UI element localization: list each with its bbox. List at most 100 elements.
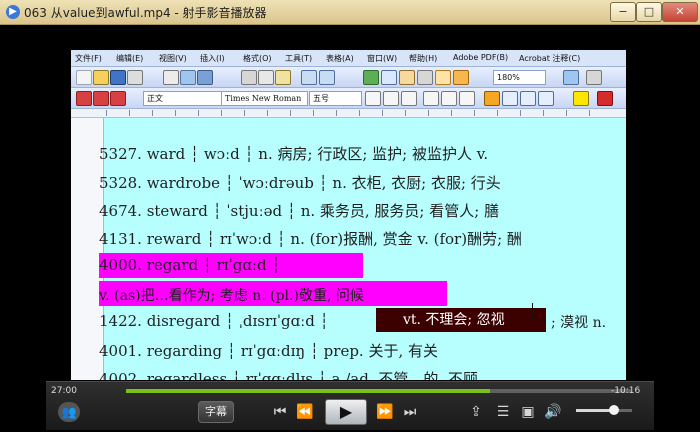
font-size-select[interactable]: 五号 bbox=[309, 91, 362, 106]
playlist-icon[interactable]: ☰ bbox=[493, 402, 513, 422]
bold-icon[interactable] bbox=[365, 91, 381, 106]
word-line-wardrobe: 5328. wardrobe ┆ ˈwɔːdrəub ┆ n. 衣柜, 衣厨; … bbox=[99, 174, 501, 192]
ruler-mark bbox=[382, 110, 383, 116]
align-left-icon[interactable] bbox=[484, 91, 500, 106]
word-line-regardless: 4002. regardless ┆ rɪˈgɑːdlɪs ┆ a./ad. 不… bbox=[99, 370, 493, 380]
remaining-time: -10:16 bbox=[611, 386, 641, 396]
undo-icon[interactable] bbox=[301, 70, 317, 85]
disregard-meaning-tail: ; 漠视 n. bbox=[551, 315, 607, 331]
maximize-button[interactable]: □ bbox=[636, 2, 662, 22]
minimize-button[interactable]: − bbox=[610, 2, 636, 22]
rewind-icon[interactable]: ⏪ bbox=[293, 402, 317, 422]
menu-insert[interactable]: 插入(I) bbox=[200, 53, 225, 64]
pdf-convert-icon[interactable] bbox=[76, 91, 92, 106]
subtitle-button[interactable]: 字幕 bbox=[198, 401, 234, 423]
menu-view[interactable]: 视图(V) bbox=[159, 53, 187, 64]
menu-edit[interactable]: 编辑(E) bbox=[116, 53, 143, 64]
menu-file[interactable]: 文件(F) bbox=[75, 53, 102, 64]
menu-window[interactable]: 窗口(W) bbox=[367, 53, 397, 64]
justify-icon[interactable] bbox=[538, 91, 554, 106]
ruler-mark bbox=[451, 110, 452, 116]
people-icon[interactable]: 👥 bbox=[58, 402, 80, 422]
zoom-select[interactable]: 180% bbox=[493, 70, 546, 85]
previous-icon[interactable]: ⏮ bbox=[268, 402, 292, 422]
character-scale-icon[interactable] bbox=[459, 91, 475, 106]
spelling-icon[interactable] bbox=[197, 70, 213, 85]
window-title: 063 从value到awful.mp4 - 射手影音播放器 bbox=[24, 6, 267, 20]
play-button[interactable]: ▶ bbox=[325, 399, 367, 425]
font-color-icon[interactable] bbox=[597, 91, 613, 106]
open-folder-icon[interactable] bbox=[93, 70, 109, 85]
italic-icon[interactable] bbox=[383, 91, 399, 106]
share-icon[interactable]: ⇪ bbox=[466, 402, 486, 422]
word-line-reward: 4131. reward ┆ rɪˈwɔːd ┆ n. (for)报酬, 赏金 … bbox=[99, 230, 522, 248]
ruler-mark bbox=[405, 110, 406, 116]
document-map-icon[interactable] bbox=[417, 70, 433, 85]
menu-acrobat-comments[interactable]: Acrobat 注释(C) bbox=[519, 53, 580, 64]
player-controls: 27:00 -10:16 👥 字幕 ⏮ ⏪ ▶ ⏩ ⏭ ⇪ ☰ ▣ 🔊 bbox=[46, 381, 654, 430]
permission-icon[interactable] bbox=[127, 70, 143, 85]
volume-knob[interactable] bbox=[609, 405, 620, 415]
ruler-mark bbox=[175, 110, 176, 116]
menu-tools[interactable]: 工具(T) bbox=[285, 53, 312, 64]
close-button[interactable]: ✕ bbox=[662, 2, 698, 22]
ruler bbox=[71, 109, 626, 118]
menu-adobe-pdf[interactable]: Adobe PDF(B) bbox=[453, 53, 508, 62]
volume-icon[interactable]: 🔊 bbox=[543, 402, 563, 422]
ruler-mark bbox=[520, 110, 521, 116]
highlight-icon[interactable] bbox=[573, 91, 589, 106]
volume-slider[interactable] bbox=[576, 405, 632, 415]
menu-format[interactable]: 格式(O) bbox=[243, 53, 272, 64]
ruler-mark bbox=[428, 110, 429, 116]
seek-bar[interactable] bbox=[126, 389, 631, 393]
ruler-mark bbox=[221, 110, 222, 116]
font-select[interactable]: Times New Roman bbox=[221, 91, 308, 106]
underline-icon[interactable] bbox=[401, 91, 417, 106]
columns-icon[interactable] bbox=[381, 70, 397, 85]
standard-toolbar: 180% bbox=[71, 67, 626, 88]
elapsed-time: 27:00 bbox=[51, 386, 77, 396]
read-icon[interactable] bbox=[586, 70, 602, 85]
show-hide-icon[interactable] bbox=[435, 70, 451, 85]
screen-mode-icon[interactable]: ▣ bbox=[518, 402, 538, 422]
style-select[interactable]: 正文 bbox=[143, 91, 222, 106]
drawing-icon[interactable] bbox=[399, 70, 415, 85]
ruler-mark bbox=[474, 110, 475, 116]
word-menubar: 文件(F) 编辑(E) 视图(V) 插入(I) 格式(O) 工具(T) 表格(A… bbox=[71, 50, 626, 67]
paste-icon[interactable] bbox=[275, 70, 291, 85]
ruler-mark bbox=[543, 110, 544, 116]
regard-definition: v. (as)把…看作为; 考虑 n. (pl.)敬重, 问候 bbox=[99, 288, 364, 304]
save-icon[interactable] bbox=[110, 70, 126, 85]
new-document-icon[interactable] bbox=[76, 70, 92, 85]
pdf-email-icon[interactable] bbox=[93, 91, 109, 106]
ruler-mark bbox=[566, 110, 567, 116]
reading-icon[interactable] bbox=[453, 70, 469, 85]
pdf-review-icon[interactable] bbox=[110, 91, 126, 106]
cut-icon[interactable] bbox=[241, 70, 257, 85]
help-icon[interactable] bbox=[563, 70, 579, 85]
word-line-regarding: 4001. regarding ┆ rɪˈgɑːdɪŋ ┆ prep. 关于, … bbox=[99, 342, 439, 360]
print-icon[interactable] bbox=[163, 70, 179, 85]
character-shading-icon[interactable] bbox=[441, 91, 457, 106]
align-right-icon[interactable] bbox=[520, 91, 536, 106]
insert-table-icon[interactable] bbox=[363, 70, 379, 85]
fast-forward-icon[interactable]: ⏩ bbox=[373, 402, 397, 422]
window-titlebar: ▶ 063 从value到awful.mp4 - 射手影音播放器 − □ ✕ bbox=[0, 0, 700, 25]
ruler-mark bbox=[152, 110, 153, 116]
formatting-toolbar: 正文 Times New Roman 五号 bbox=[71, 88, 626, 109]
menu-help[interactable]: 帮助(H) bbox=[409, 53, 437, 64]
ruler-mark bbox=[290, 110, 291, 116]
ruler-mark bbox=[129, 110, 130, 116]
character-border-icon[interactable] bbox=[423, 91, 439, 106]
next-icon[interactable]: ⏭ bbox=[398, 402, 422, 422]
align-center-icon[interactable] bbox=[502, 91, 518, 106]
menu-table[interactable]: 表格(A) bbox=[326, 53, 354, 64]
ruler-mark bbox=[106, 110, 107, 116]
ruler-mark bbox=[336, 110, 337, 116]
ruler-mark bbox=[198, 110, 199, 116]
video-content: 文件(F) 编辑(E) 视图(V) 插入(I) 格式(O) 工具(T) 表格(A… bbox=[71, 50, 626, 380]
redo-icon[interactable] bbox=[319, 70, 335, 85]
copy-icon[interactable] bbox=[258, 70, 274, 85]
print-preview-icon[interactable] bbox=[180, 70, 196, 85]
word-line-regard: 4000. regard ┆ rɪˈgɑːd ┆ bbox=[99, 256, 281, 274]
